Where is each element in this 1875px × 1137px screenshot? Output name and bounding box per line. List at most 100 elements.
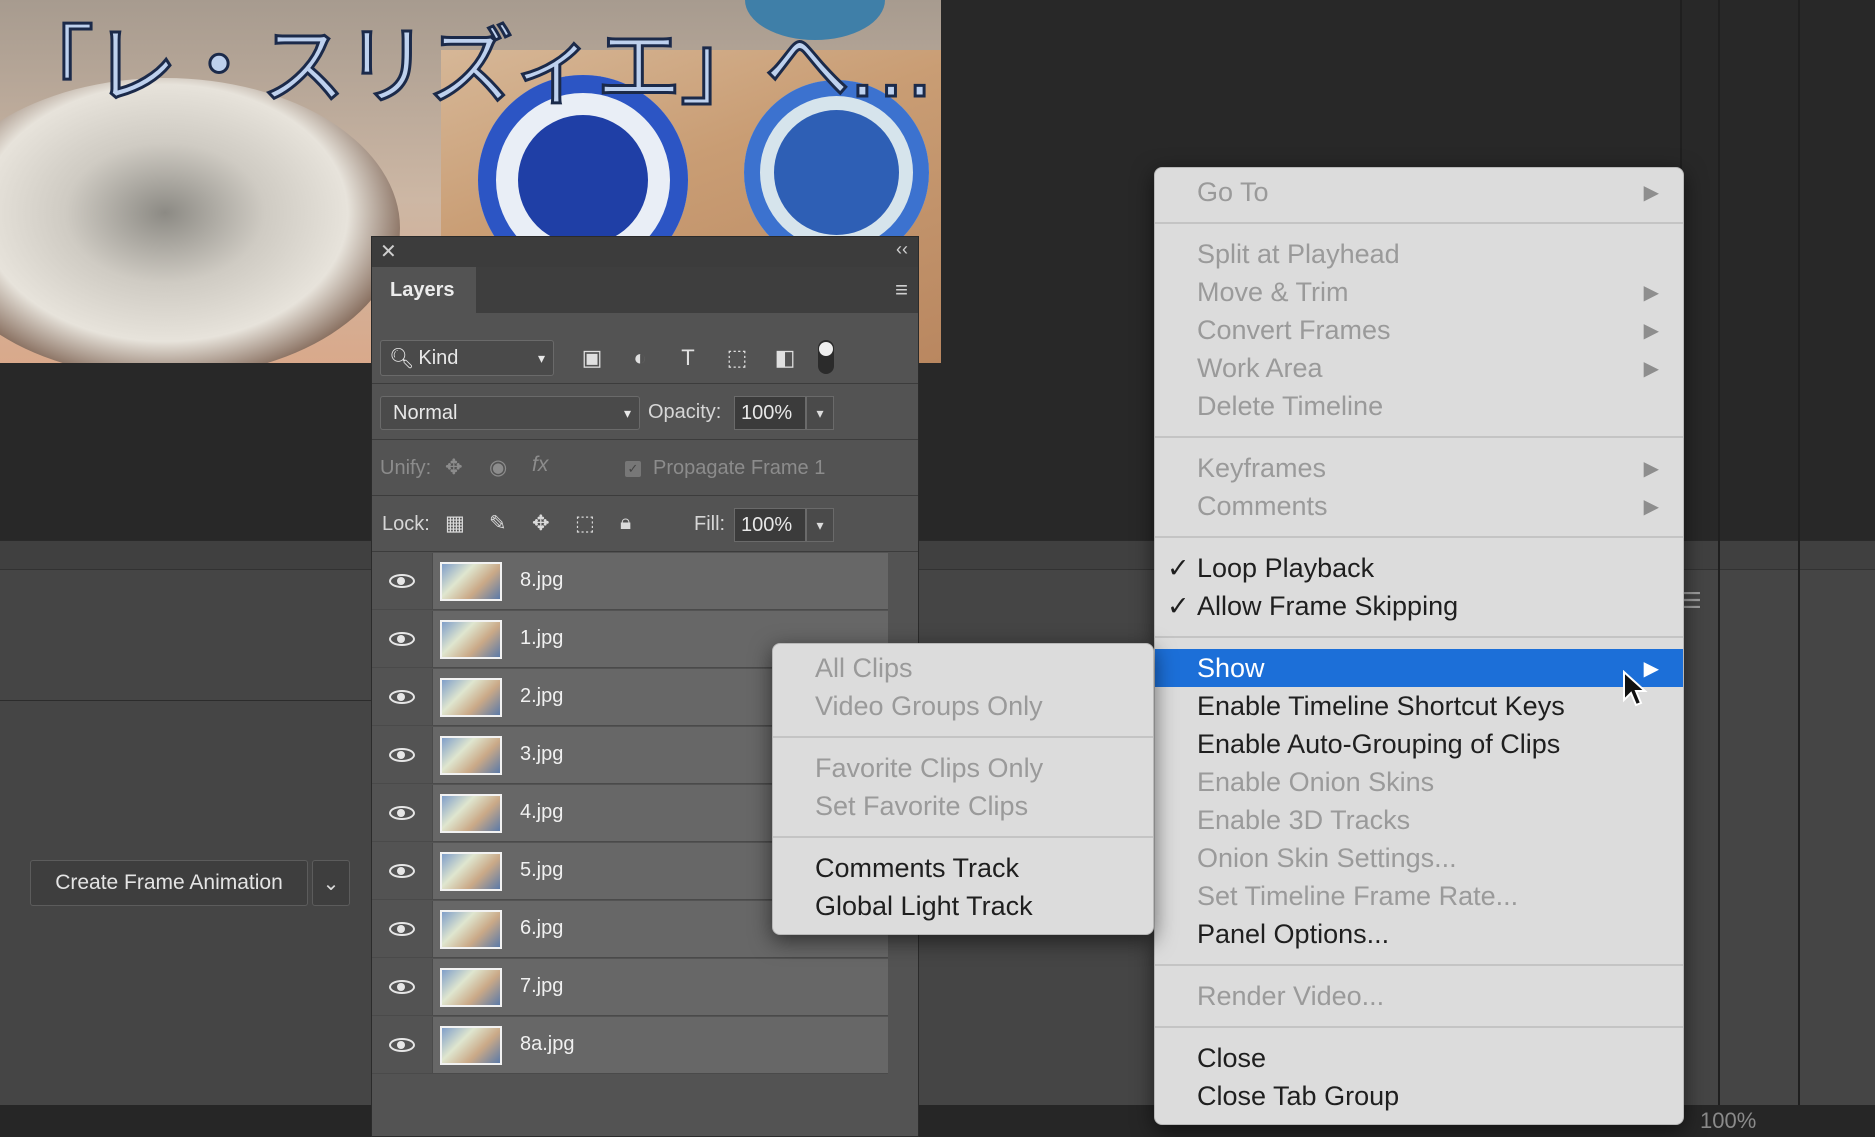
menu-separator (773, 836, 1153, 838)
eye-icon (389, 980, 415, 994)
zoom-readout: 100% (1700, 1108, 1757, 1133)
submenu-item-favorite-clips-only[interactable]: Favorite Clips Only (773, 749, 1153, 787)
menu-item-onion-skin-settings[interactable]: Onion Skin Settings... (1155, 839, 1683, 877)
layer-row[interactable]: 7.jpg (372, 959, 888, 1016)
type-layer-filter-icon[interactable]: T (673, 343, 703, 373)
eye-icon (389, 690, 415, 704)
menu-item-show[interactable]: Show ▶ (1155, 649, 1683, 687)
menu-item-panel-options[interactable]: Panel Options... (1155, 915, 1683, 953)
menu-item-close[interactable]: Close (1155, 1039, 1683, 1077)
panel-title-bar[interactable]: ✕ ‹‹ (372, 237, 918, 267)
menu-item-enable-timeline-shortcut-keys[interactable]: Enable Timeline Shortcut Keys (1155, 687, 1683, 725)
pixel-layer-filter-icon[interactable]: ▣ (577, 343, 607, 373)
menu-item-label: Set Favorite Clips (815, 790, 1029, 821)
submenu-item-set-favorite-clips[interactable]: Set Favorite Clips (773, 787, 1153, 825)
unify-visibility-icon[interactable]: ◉ (489, 455, 507, 480)
visibility-toggle[interactable] (372, 611, 433, 667)
unify-label: Unify: (380, 457, 432, 479)
submenu-item-global-light-track[interactable]: Global Light Track (773, 887, 1153, 925)
menu-item-comments[interactable]: Comments ▶ (1155, 487, 1683, 525)
eye-icon (389, 748, 415, 762)
submenu-item-all-clips[interactable]: All Clips (773, 649, 1153, 687)
menu-item-label: Close Tab Group (1197, 1080, 1400, 1111)
visibility-toggle[interactable] (372, 727, 433, 783)
filter-toggle-switch[interactable] (818, 340, 834, 374)
layer-name: 4.jpg (520, 801, 564, 823)
propagate-frame-checkbox[interactable]: ✓ (625, 461, 641, 477)
menu-item-render-video[interactable]: Render Video... (1155, 977, 1683, 1015)
tab-layers[interactable]: Layers (372, 267, 476, 313)
menu-separator (1155, 536, 1683, 538)
chevron-down-icon: ▾ (537, 349, 545, 366)
lock-artboard-icon[interactable]: ⬚ (575, 511, 595, 536)
unify-style-icon[interactable]: fx (532, 453, 548, 477)
unify-position-icon[interactable]: ✥ (445, 455, 463, 480)
layer-name: 8a.jpg (520, 1033, 575, 1055)
visibility-toggle[interactable] (372, 785, 433, 841)
timeline-menu-icon[interactable]: ☰ (1682, 588, 1702, 614)
visibility-toggle[interactable] (372, 843, 433, 899)
visibility-toggle[interactable] (372, 669, 433, 725)
menu-item-enable-auto-grouping[interactable]: Enable Auto-Grouping of Clips (1155, 725, 1683, 763)
menu-item-label: Split at Playhead (1197, 238, 1400, 269)
menu-item-go-to[interactable]: Go To ▶ (1155, 173, 1683, 211)
create-frame-animation-button[interactable]: Create Frame Animation (30, 860, 308, 906)
fill-input[interactable]: 100% (734, 508, 806, 542)
kind-filter-select[interactable]: 🔍︎ Kind ▾ (380, 340, 554, 376)
menu-item-allow-frame-skipping[interactable]: ✓ Allow Frame Skipping (1155, 587, 1683, 625)
menu-item-convert-frames[interactable]: Convert Frames ▶ (1155, 311, 1683, 349)
lock-position-icon[interactable]: ✥ (532, 511, 550, 536)
layer-name: 1.jpg (520, 627, 564, 649)
menu-item-label: Show (1197, 652, 1265, 683)
submenu-arrow-icon: ▶ (1643, 319, 1659, 342)
submenu-item-comments-track[interactable]: Comments Track (773, 849, 1153, 887)
visibility-toggle[interactable] (372, 1017, 433, 1073)
blend-mode-value: Normal (393, 401, 458, 424)
panel-menu-icon[interactable]: ≡ (895, 277, 908, 303)
propagate-frame-label: Propagate Frame 1 (653, 457, 826, 479)
menu-item-label: Keyframes (1197, 452, 1327, 483)
menu-item-label: Enable 3D Tracks (1197, 804, 1411, 835)
menu-item-work-area[interactable]: Work Area ▶ (1155, 349, 1683, 387)
opacity-input[interactable]: 100% (734, 396, 806, 430)
layer-row[interactable]: 8.jpg (372, 553, 888, 610)
menu-separator (1155, 436, 1683, 438)
close-icon[interactable]: ✕ (380, 239, 397, 264)
menu-item-set-timeline-frame-rate[interactable]: Set Timeline Frame Rate... (1155, 877, 1683, 915)
layer-name: 6.jpg (520, 917, 564, 939)
layer-name: 2.jpg (520, 685, 564, 707)
layer-thumbnail (440, 968, 502, 1007)
menu-item-enable-3d-tracks[interactable]: Enable 3D Tracks (1155, 801, 1683, 839)
menu-item-loop-playback[interactable]: ✓ Loop Playback (1155, 549, 1683, 587)
blend-mode-select[interactable]: Normal ▾ (380, 396, 640, 430)
visibility-toggle[interactable] (372, 553, 433, 609)
visibility-toggle[interactable] (372, 959, 433, 1015)
lock-image-pixels-icon[interactable]: ✎ (489, 511, 507, 536)
lock-label: Lock: (382, 513, 430, 535)
menu-item-enable-onion-skins[interactable]: Enable Onion Skins (1155, 763, 1683, 801)
menu-item-delete-timeline[interactable]: Delete Timeline (1155, 387, 1683, 425)
smart-object-filter-icon[interactable]: ◧ (770, 343, 800, 373)
menu-item-label: Close (1197, 1042, 1267, 1073)
fill-dropdown-button[interactable]: ▾ (806, 508, 834, 542)
menu-item-label: Render Video... (1197, 980, 1385, 1011)
menu-separator (1155, 964, 1683, 966)
adjustment-layer-filter-icon[interactable]: ◐ (625, 343, 655, 373)
menu-item-move-trim[interactable]: Move & Trim ▶ (1155, 273, 1683, 311)
collapse-icon[interactable]: ‹‹ (896, 239, 908, 260)
create-animation-dropdown-button[interactable]: ⌄ (312, 860, 350, 906)
opacity-dropdown-button[interactable]: ▾ (806, 396, 834, 430)
eye-icon (389, 864, 415, 878)
layer-row[interactable]: 8a.jpg (372, 1017, 888, 1074)
submenu-item-video-groups-only[interactable]: Video Groups Only (773, 687, 1153, 725)
lock-transparent-pixels-icon[interactable]: ▦ (445, 511, 465, 536)
submenu-arrow-icon: ▶ (1643, 181, 1659, 204)
shape-layer-filter-icon[interactable]: ⬚ (722, 343, 752, 373)
menu-item-close-tab-group[interactable]: Close Tab Group (1155, 1077, 1683, 1115)
submenu-arrow-icon: ▶ (1643, 457, 1659, 480)
menu-item-split-at-playhead[interactable]: Split at Playhead (1155, 235, 1683, 273)
menu-separator (773, 736, 1153, 738)
visibility-toggle[interactable] (372, 901, 433, 957)
menu-item-keyframes[interactable]: Keyframes ▶ (1155, 449, 1683, 487)
lock-all-icon[interactable]: 🔒︎ (620, 511, 631, 535)
